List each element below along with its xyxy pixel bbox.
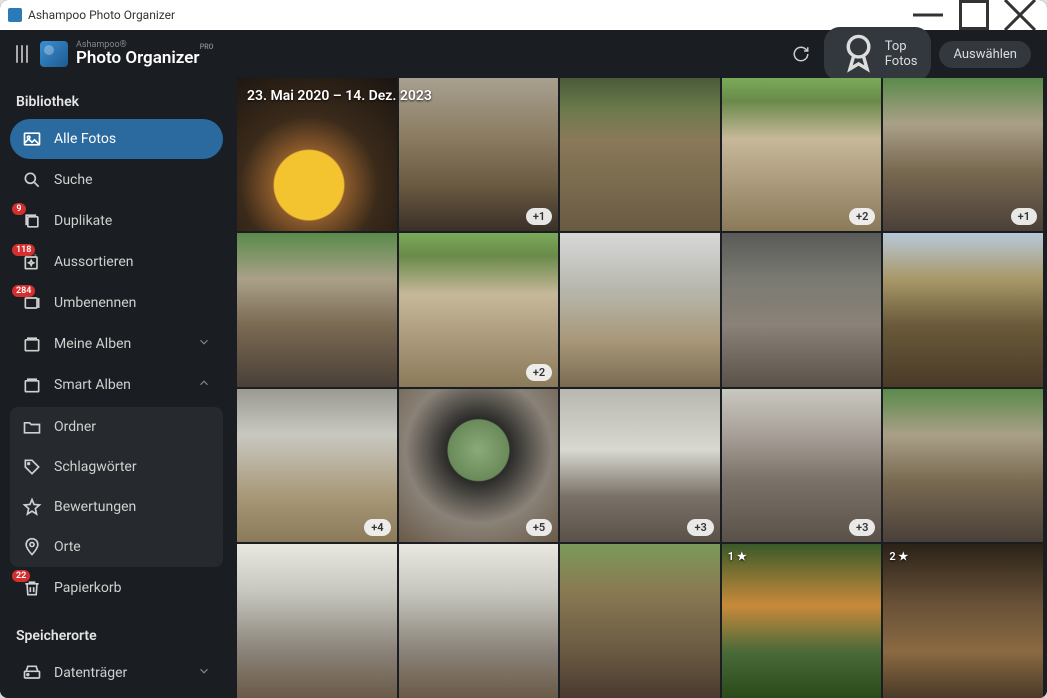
sidebar-item-smart-albums[interactable]: Smart Alben [10,365,223,405]
photos-icon [22,129,42,149]
album-icon [22,334,42,354]
brand-large: Photo OrganizerPRO [76,50,200,67]
sidebar-section-storage: Speicherorte [10,620,223,652]
sidebar-item-ratings[interactable]: Bewertungen [10,487,223,527]
stack-count: +4 [364,519,390,536]
sidebar: Bibliothek Alle Fotos Suche 9 Duplikate … [0,78,233,698]
sidebar-item-rename[interactable]: 284 Umbenennen [10,283,223,323]
select-label: Auswählen [953,47,1017,62]
brand-icon [40,41,68,67]
title-bar: Ashampoo Photo Organizer [0,0,1047,30]
tag-icon [22,457,42,477]
chevron-up-icon [197,376,211,394]
photo-thumb[interactable]: +1 [883,78,1043,231]
photo-thumb[interactable]: 2 ★ [883,544,1043,697]
sidebar-item-label: Umbenennen [54,295,136,311]
sidebar-item-folders[interactable]: Ordner [10,407,223,447]
window-controls [905,0,1043,30]
sidebar-item-label: Ordner [54,419,96,435]
sidebar-item-label: Schlagwörter [54,459,137,475]
sidebar-item-label: Orte [54,539,81,555]
stack-count: +2 [526,364,552,381]
location-icon [22,537,42,557]
photo-grid-area: 23. Mai 2020 – 14. Dez. 2023 +1 +2 +1 +2… [233,78,1047,698]
stack-count: +5 [526,519,552,536]
sidebar-item-label: Papierkorb [54,580,122,596]
photo-thumb[interactable] [237,233,397,386]
rating-badge: 1 ★ [728,550,747,563]
folder-icon [22,417,42,437]
select-button[interactable]: Auswählen [939,41,1031,68]
stack-count: +1 [526,208,552,225]
date-range-header: 23. Mai 2020 – 14. Dez. 2023 [247,88,432,104]
photo-thumb[interactable] [399,544,559,697]
minimize-button[interactable] [905,0,951,30]
chevron-down-icon [197,664,211,682]
search-icon [22,170,42,190]
sidebar-item-places[interactable]: Orte [10,527,223,567]
photo-grid: +1 +2 +1 +2 +4 +5 +3 +3 1 ★ 2 ★ [237,78,1047,698]
brand: Ashampoo® Photo OrganizerPRO [40,41,200,67]
sidebar-item-label: Bewertungen [54,499,136,515]
photo-thumb[interactable]: +4 [237,389,397,542]
duplicate-icon [22,211,42,231]
sort-out-badge: 118 [12,244,35,256]
photo-thumb[interactable]: +5 [399,389,559,542]
sidebar-item-label: Smart Alben [54,377,131,393]
photo-thumb[interactable]: +3 [722,389,882,542]
app-logo-icon [8,8,22,22]
chevron-down-icon [197,335,211,353]
photo-thumb[interactable] [883,233,1043,386]
top-photos-label: Top Fotos [885,39,918,69]
sidebar-item-label: Duplikate [54,213,112,229]
photo-thumb[interactable] [560,233,720,386]
rating-badge: 2 ★ [889,550,908,563]
stack-count: +3 [849,519,875,536]
stack-count: +1 [1011,208,1037,225]
drive-icon [22,663,42,683]
sidebar-item-trash[interactable]: 22 Papierkorb [10,568,223,608]
photo-thumb[interactable] [237,544,397,697]
window-title-area: Ashampoo Photo Organizer [8,8,175,22]
sidebar-item-all-photos[interactable]: Alle Fotos [10,119,223,159]
refresh-button[interactable] [786,39,816,69]
sidebar-item-drives[interactable]: Datenträger [10,653,223,693]
stack-count: +2 [849,208,875,225]
photo-thumb[interactable] [722,233,882,386]
trash-badge: 22 [12,570,30,582]
sidebar-item-sort-out[interactable]: 118 Aussortieren [10,242,223,282]
sidebar-item-duplicates[interactable]: 9 Duplikate [10,201,223,241]
sidebar-item-search[interactable]: Suche [10,160,223,200]
menu-toggle-button[interactable] [16,45,28,63]
sidebar-item-label: Suche [54,172,93,188]
window-title: Ashampoo Photo Organizer [28,8,175,22]
top-photos-button[interactable]: Top Fotos [824,27,932,80]
sidebar-item-label: Alle Fotos [54,131,116,147]
sidebar-item-my-albums[interactable]: Meine Alben [10,324,223,364]
sidebar-section-library: Bibliothek [10,86,223,118]
app-header: Ashampoo® Photo OrganizerPRO Top Fotos A… [0,30,1047,78]
photo-thumb[interactable] [560,78,720,231]
star-icon [22,497,42,517]
photo-thumb[interactable]: 1 ★ [722,544,882,697]
sidebar-item-tags[interactable]: Schlagwörter [10,447,223,487]
stack-count: +3 [687,519,713,536]
smart-album-icon [22,375,42,395]
sidebar-item-label: Datenträger [54,665,127,681]
close-button[interactable] [997,0,1043,30]
photo-thumb[interactable]: +2 [722,78,882,231]
rename-badge: 284 [12,285,35,297]
duplicates-badge: 9 [12,203,26,215]
maximize-button[interactable] [951,0,997,30]
photo-thumb[interactable] [560,544,720,697]
photo-thumb[interactable]: +2 [399,233,559,386]
sidebar-item-label: Meine Alben [54,336,131,352]
photo-thumb[interactable] [883,389,1043,542]
sidebar-item-label: Aussortieren [54,254,133,270]
photo-thumb[interactable]: +3 [560,389,720,542]
